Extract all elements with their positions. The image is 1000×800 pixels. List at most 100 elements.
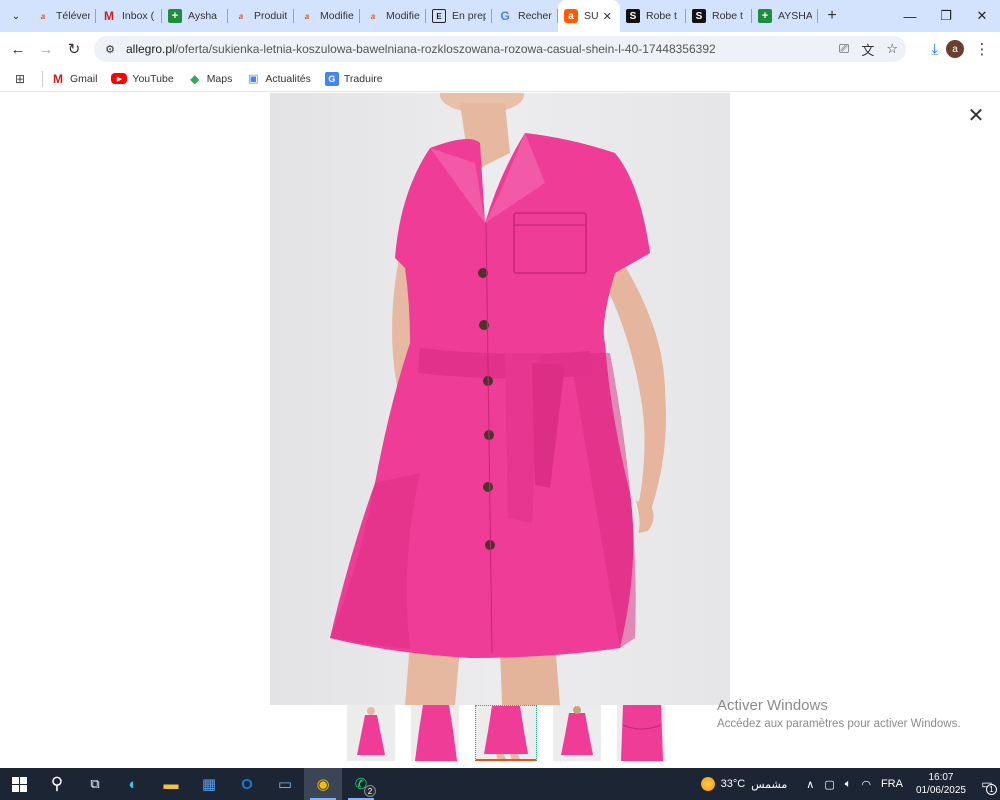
chrome-button[interactable]: ◉ (304, 768, 342, 800)
gmail-icon: M (104, 9, 114, 23)
start-button[interactable] (0, 768, 38, 800)
tab-label: Modifie (386, 10, 420, 22)
thumbnail-dress (561, 706, 593, 755)
site-info-button[interactable]: ⚙ (98, 37, 122, 61)
tab-1[interactable]: M Inbox ( (96, 0, 162, 32)
url-path: /oferta/sukienka-letnia-koszulowa-baweln… (174, 42, 716, 56)
youtube-icon: ▶ (111, 73, 128, 84)
tab-7[interactable]: G Recherc (492, 0, 558, 32)
tab-strip: ⌄ a Télévent M Inbox ( + Aysha a Produit a Mo… (0, 0, 1000, 32)
translate-icon[interactable]: 文 (861, 40, 874, 59)
tab-11[interactable]: + AYSHA (752, 0, 818, 32)
minimize-icon: — (903, 8, 917, 24)
reload-icon: ↻ (67, 41, 81, 58)
thumbnail-1[interactable] (347, 705, 395, 761)
back-button[interactable]: ← (4, 35, 32, 63)
clock-date: 01/06/2025 (915, 785, 966, 796)
tab-label: Télévent (56, 10, 90, 22)
tab-2[interactable]: + Aysha (162, 0, 228, 32)
tab-label: SU (584, 10, 599, 22)
store-button[interactable]: ▦ (190, 768, 228, 800)
close-icon: ✕ (976, 8, 988, 23)
language-indicator[interactable]: FRA (881, 778, 903, 790)
tab-9[interactable]: S Robe t (620, 0, 686, 32)
tab-label: Aysha (188, 10, 217, 22)
thumbnail-5[interactable] (617, 705, 665, 761)
maps-icon: ◆ (190, 71, 200, 86)
restore-button[interactable]: ❐ (928, 0, 964, 32)
weather-temp: 33°C (720, 778, 746, 790)
outlook-button[interactable]: O (228, 768, 266, 800)
clock[interactable]: 16:07 01/06/2025 (916, 771, 966, 797)
bookmarks-bar: ⊞ M Gmail ▶ YouTube ◆ Maps ▣ Actualités G Tra… (0, 66, 1000, 92)
volume-icon[interactable]: 🔈︎ (845, 778, 852, 791)
whatsapp-badge: 2 (364, 785, 376, 797)
thumbnail-3-selected[interactable] (475, 705, 537, 761)
bookmark-maps[interactable]: ◆ Maps (188, 71, 232, 86)
store-icon: ▦ (201, 776, 217, 793)
tab-4[interactable]: a Modifie (294, 0, 360, 32)
allegro-a-icon: a (564, 9, 578, 23)
allegro-icon: a (238, 11, 244, 21)
download-icon[interactable]: ⤓ (931, 41, 938, 58)
bookmark-label: YouTube (132, 72, 174, 85)
forward-button[interactable]: → (32, 35, 60, 63)
profile-avatar[interactable]: a (946, 40, 964, 58)
tab-label: AYSHA (778, 10, 812, 22)
thumbnail-2[interactable] (411, 705, 459, 761)
address-bar[interactable]: ⚙ allegro.pl/oferta/sukienka-letnia-kosz… (94, 36, 906, 62)
edge-button[interactable]: ◐ (114, 768, 152, 800)
meet-icon[interactable]: ▢ (824, 778, 834, 791)
close-icon: ✕ (967, 104, 985, 127)
plus-icon: + (827, 7, 837, 24)
reload-button[interactable]: ↻ (60, 35, 88, 63)
tab-3[interactable]: a Produit (228, 0, 294, 32)
main-product-image[interactable] (270, 93, 730, 705)
notifications-button[interactable]: ▭ 1 (974, 768, 1000, 800)
thumbnail-dress (621, 705, 663, 761)
close-window-button[interactable]: ✕ (964, 0, 1000, 32)
tab-0[interactable]: a Télévent (30, 0, 96, 32)
apps-grid-icon[interactable]: ⊞ (6, 72, 34, 86)
close-viewer-button[interactable]: ✕ (964, 103, 988, 127)
tab-search-button[interactable]: ⌄ (4, 4, 28, 28)
translate-icon: G (324, 71, 339, 86)
tab-close-icon[interactable]: ✕ (603, 10, 612, 23)
search-button[interactable]: ⚲ (38, 768, 76, 800)
task-view-button[interactable]: ⧉ (76, 768, 114, 800)
allegro-icon: a (40, 11, 46, 21)
tab-5[interactable]: a Modifie (360, 0, 426, 32)
tab-label: En prep (452, 10, 486, 22)
allegro-icon: a (370, 11, 376, 21)
tab-10[interactable]: S Robe t (686, 0, 752, 32)
install-app-icon[interactable]: ⎚ (839, 41, 849, 57)
new-tab-button[interactable]: + (820, 4, 844, 28)
s-icon: S (692, 9, 706, 23)
watermark-title: Activer Windows (717, 697, 828, 714)
system-tray: 33°C مشمس ∧ ▢ 🔈︎ ◠ FRA 16:07 01/06/2025 … (700, 768, 1000, 800)
tab-list: a Télévent M Inbox ( + Aysha a Produit a Modi… (30, 0, 818, 32)
chevron-up-icon[interactable]: ∧ (806, 778, 814, 791)
menu-kebab-icon[interactable]: ⋮ (972, 40, 992, 58)
tab-8-active[interactable]: a SU ✕ (558, 0, 620, 32)
bookmark-label: Actualités (265, 72, 311, 85)
sun-icon (700, 777, 715, 791)
weather-widget[interactable]: 33°C مشمس (700, 777, 787, 791)
thumbnail-dress (484, 706, 528, 759)
window-app-icon: ▭ (277, 776, 293, 793)
whatsapp-button[interactable]: ✆ 2 (342, 768, 380, 800)
wifi-icon[interactable]: ◠ (861, 778, 871, 791)
tab-6[interactable]: E En prep (426, 0, 492, 32)
file-explorer-button[interactable]: ▬ (152, 768, 190, 800)
bookmark-news[interactable]: ▣ Actualités (246, 72, 311, 86)
url-text[interactable]: allegro.pl/oferta/sukienka-letnia-koszul… (126, 42, 716, 56)
minimize-button[interactable]: — (892, 0, 928, 32)
bookmark-gmail[interactable]: M Gmail (51, 72, 97, 86)
sheets-icon: + (758, 9, 772, 23)
tune-icon: ⚙ (105, 43, 115, 56)
bookmark-star-icon[interactable]: ☆ (886, 41, 898, 57)
app-button[interactable]: ▭ (266, 768, 304, 800)
bookmark-youtube[interactable]: ▶ YouTube (111, 72, 174, 85)
thumbnail-4[interactable] (553, 705, 601, 761)
bookmark-translate[interactable]: G Traduire (324, 71, 383, 86)
